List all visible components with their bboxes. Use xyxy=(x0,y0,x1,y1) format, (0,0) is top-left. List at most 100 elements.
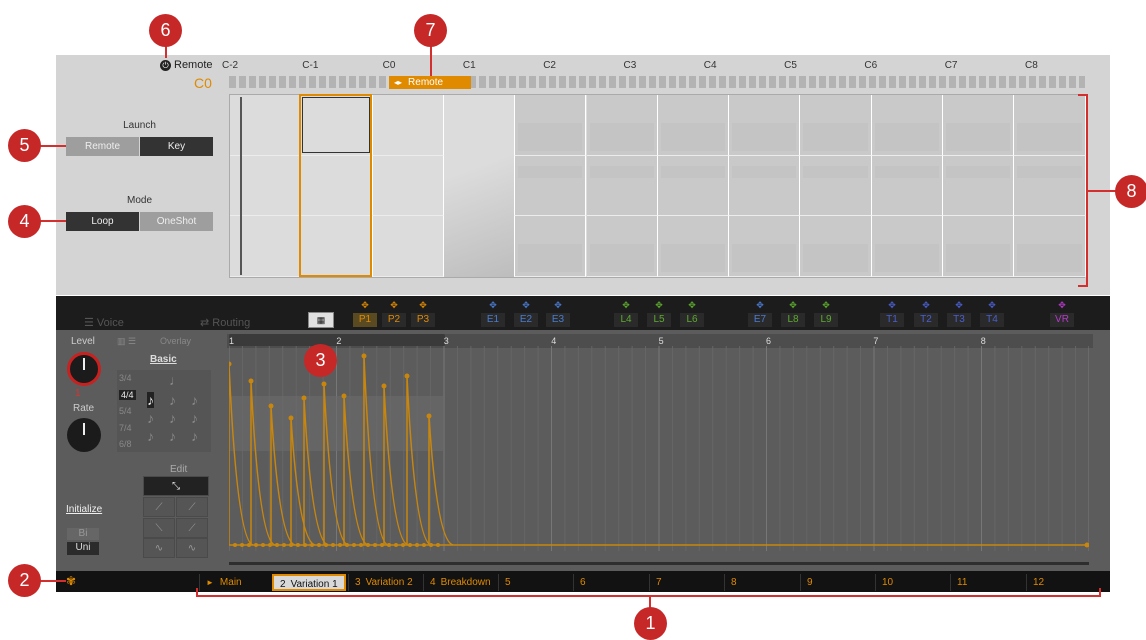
grid-cell[interactable] xyxy=(800,95,872,156)
scene-slot-6[interactable]: 6 xyxy=(573,574,647,591)
mod-slot-p3[interactable]: ✥ P3 xyxy=(411,300,435,327)
mod-slot-t4[interactable]: ✥ T4 xyxy=(980,300,1004,327)
note-length-grid[interactable]: 3/4 4/4 5/4 7/4 6/8 ♩ ♪ ♪ ♪ ♪ ♪ ♪ ♪ ♪ ♪ xyxy=(117,370,211,452)
note-length-icon[interactable]: ♪ xyxy=(191,410,198,426)
grid-cell[interactable] xyxy=(729,95,801,156)
note-length-icon[interactable]: ♪ xyxy=(169,392,176,408)
grid-cell[interactable] xyxy=(1014,95,1086,156)
grid-cell[interactable] xyxy=(657,216,730,277)
grid-cell[interactable] xyxy=(586,95,658,156)
grid-cell[interactable] xyxy=(1014,216,1086,277)
grid-cell[interactable] xyxy=(800,156,872,216)
edit-tool-icon[interactable]: ⟋ xyxy=(143,497,175,517)
mod-slot-vr[interactable]: ✥ VR xyxy=(1050,300,1074,327)
mode-oneshot-button[interactable]: OneShot xyxy=(140,212,213,231)
time-signature-1[interactable]: 4/4 xyxy=(119,389,136,400)
scene-slot-12[interactable]: 12 xyxy=(1026,574,1100,591)
note-length-icon[interactable]: ♪ xyxy=(191,428,198,444)
mod-slot-l4[interactable]: ✥ L4 xyxy=(614,300,638,327)
mod-slot-e3[interactable]: ✥ E3 xyxy=(546,300,570,327)
time-signature-0[interactable]: 3/4 xyxy=(119,373,132,383)
grid-cell[interactable] xyxy=(943,216,1015,277)
uni-button[interactable]: Uni xyxy=(67,542,99,555)
edit-tool-icon[interactable]: ∿ xyxy=(143,538,175,558)
mod-slot-e7[interactable]: ✥ E7 xyxy=(748,300,772,327)
envelope-canvas[interactable] xyxy=(229,346,1089,564)
edit-tool-icon[interactable]: ⟋ xyxy=(176,518,208,538)
scene-slot-5[interactable]: 5 xyxy=(498,574,571,591)
grid-cell[interactable] xyxy=(586,216,658,277)
note-length-icon[interactable]: ♪ xyxy=(191,392,198,408)
time-signature-2[interactable]: 5/4 xyxy=(119,406,132,416)
grid-cell[interactable] xyxy=(657,156,730,216)
edit-tool-icon[interactable]: ⟍ xyxy=(143,518,175,538)
note-length-icon[interactable]: ♪ xyxy=(147,410,154,426)
rate-knob[interactable] xyxy=(67,418,101,452)
grid-cell[interactable] xyxy=(515,95,587,156)
note-length-icon[interactable]: ♪ xyxy=(169,410,176,426)
grid-cell[interactable] xyxy=(871,156,943,216)
launch-key-button[interactable]: Key xyxy=(140,137,213,156)
grid-cell[interactable] xyxy=(943,156,1015,216)
grid-cell[interactable] xyxy=(800,216,872,277)
grid-cell[interactable] xyxy=(943,95,1015,156)
scene-settings-icon[interactable]: ✾ xyxy=(66,574,76,588)
grid-cell[interactable] xyxy=(729,216,801,277)
mod-slot-e1[interactable]: ✥ E1 xyxy=(481,300,505,327)
view-toggle-icon[interactable]: ▥ ☰ xyxy=(117,336,136,347)
time-signature-3[interactable]: 7/4 xyxy=(119,423,132,433)
grid-cell[interactable] xyxy=(586,156,658,216)
grid-cell[interactable] xyxy=(515,156,587,216)
initialize-button[interactable]: Initialize xyxy=(66,504,102,515)
mod-slot-t1[interactable]: ✥ T1 xyxy=(880,300,904,327)
launch-remote-button[interactable]: Remote xyxy=(66,137,139,156)
mod-slot-e2[interactable]: ✥ E2 xyxy=(514,300,538,327)
mod-slot-l8[interactable]: ✥ L8 xyxy=(781,300,805,327)
mod-slot-p2[interactable]: ✥ P2 xyxy=(382,300,406,327)
scene-slot-10[interactable]: 10 xyxy=(875,574,948,591)
note-length-icon[interactable]: ♪ xyxy=(147,428,154,444)
scene-slot-7[interactable]: 7 xyxy=(649,574,722,591)
scene-slot-3[interactable]: 3 Variation 2 xyxy=(348,574,421,591)
note-length-icon[interactable]: ♩ xyxy=(169,372,183,388)
grid-cell[interactable] xyxy=(871,95,943,156)
mod-slot-l6[interactable]: ✥ L6 xyxy=(680,300,704,327)
pattern-grid-button[interactable]: ▦ xyxy=(308,312,334,328)
overlay-toggle[interactable]: Overlay xyxy=(160,336,191,346)
mod-slot-t3[interactable]: ✥ T3 xyxy=(947,300,971,327)
scene-slot-9[interactable]: 9 xyxy=(800,574,873,591)
mod-slot-l5[interactable]: ✥ L5 xyxy=(647,300,671,327)
scene-slot-1[interactable]: ► Main xyxy=(199,574,271,591)
grid-cell[interactable] xyxy=(372,216,444,277)
scene-slot-11[interactable]: 11 xyxy=(950,574,1024,591)
grid-cell[interactable] xyxy=(1014,156,1086,216)
edit-tool-icon[interactable]: ⟋ xyxy=(176,497,208,517)
selected-cell[interactable] xyxy=(302,97,370,153)
horizontal-scrollbar[interactable] xyxy=(229,562,1089,565)
grid-cell[interactable] xyxy=(729,156,801,216)
time-signature-4[interactable]: 6/8 xyxy=(119,439,132,449)
grid-cell[interactable] xyxy=(871,216,943,277)
grid-cell[interactable] xyxy=(372,95,444,156)
remote-power-toggle[interactable]: ⏻ Remote xyxy=(160,59,213,71)
mod-slot-t2[interactable]: ✥ T2 xyxy=(914,300,938,327)
keyboard-strip[interactable] xyxy=(229,76,1085,88)
grid-cell[interactable] xyxy=(657,95,730,156)
grid-cell[interactable] xyxy=(372,156,444,216)
mod-slot-p1[interactable]: ✥ P1 xyxy=(353,300,377,327)
scene-slot-4[interactable]: 4 Breakdown xyxy=(423,574,496,591)
grid-cell[interactable] xyxy=(515,216,587,277)
tab-voice[interactable]: ☰ Voice xyxy=(84,316,124,329)
scene-slot-2[interactable]: 2 Variation 1 xyxy=(272,574,346,591)
note-length-icon[interactable]: ♪ xyxy=(147,392,154,408)
note-length-icon[interactable]: ♪ xyxy=(169,428,176,444)
mode-loop-button[interactable]: Loop xyxy=(66,212,139,231)
scene-slot-8[interactable]: 8 xyxy=(724,574,798,591)
remote-key-range[interactable]: ◂▸ Remote xyxy=(389,76,471,89)
edit-tool-icon[interactable]: ⤡ xyxy=(143,476,209,496)
bi-button[interactable]: Bi xyxy=(67,528,99,540)
tab-routing[interactable]: ⇄ Routing xyxy=(200,316,250,329)
edit-tool-icon[interactable]: ∿ xyxy=(176,538,208,558)
level-knob[interactable] xyxy=(67,352,101,386)
mod-slot-l9[interactable]: ✥ L9 xyxy=(814,300,838,327)
